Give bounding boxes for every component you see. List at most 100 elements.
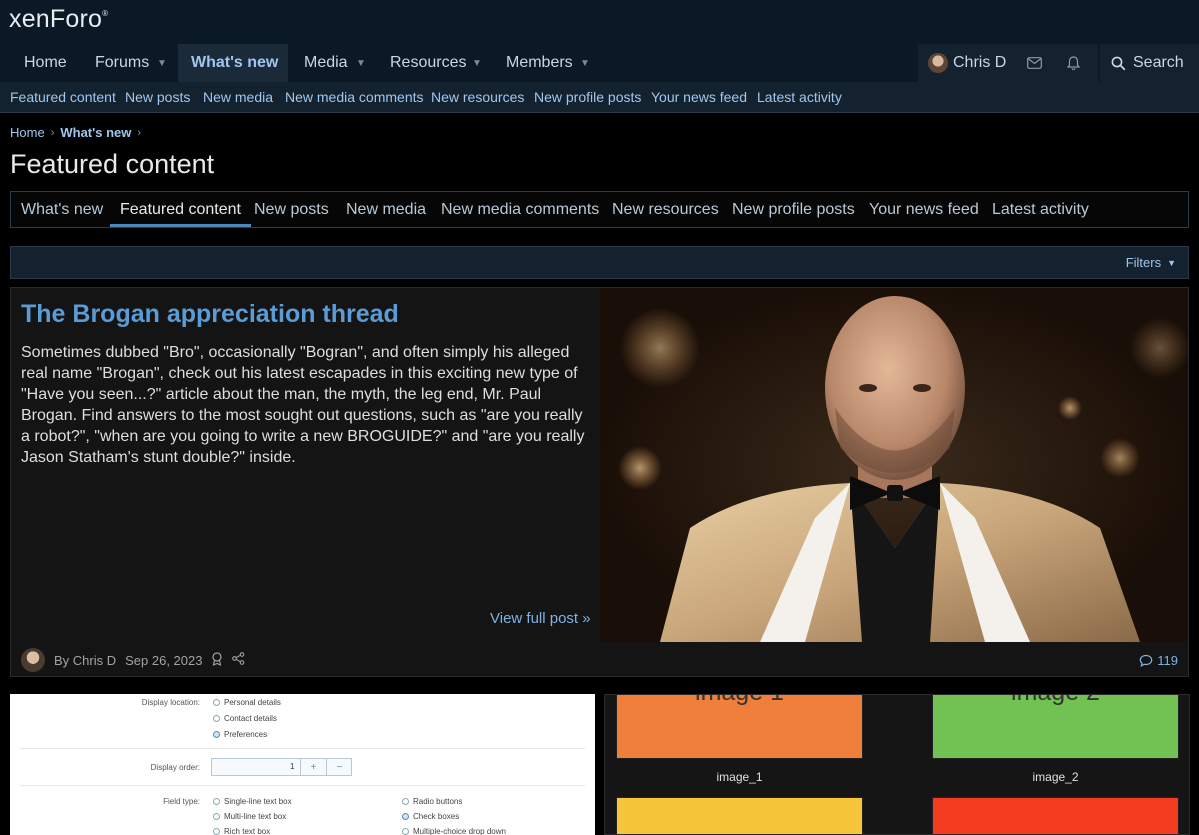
option-single-line: Single-line text box — [213, 797, 292, 806]
breadcrumb-whats-new[interactable]: What's new — [60, 125, 131, 140]
media-thumb-image-4[interactable] — [932, 797, 1179, 834]
subnav-latest-activity[interactable]: Latest activity — [757, 82, 842, 112]
media-thumb-image-1[interactable]: image 1 — [616, 695, 863, 759]
minus-icon: − — [326, 759, 352, 775]
display-order-label: Display order: — [150, 763, 200, 772]
radio-icon — [402, 828, 409, 835]
filter-bar: Filters ▼ — [10, 246, 1189, 279]
thread-cover-image[interactable] — [600, 288, 1188, 642]
option-contact-details: Contact details — [213, 714, 277, 723]
forums-chevron-down-icon[interactable]: ▼ — [157, 44, 167, 82]
custom-field-form-preview[interactable]: Display location: Personal details Conta… — [10, 694, 595, 835]
chevron-right-icon: › — [137, 126, 142, 139]
tab-your-news-feed[interactable]: Your news feed — [869, 192, 979, 227]
thread-date[interactable]: Sep 26, 2023 — [125, 653, 202, 668]
filters-label: Filters — [1125, 255, 1162, 270]
subnav-new-media-comments[interactable]: New media comments — [285, 82, 424, 112]
radio-icon — [213, 828, 220, 835]
tab-new-media-comments[interactable]: New media comments — [441, 192, 599, 227]
subnav-new-profile-posts[interactable]: New profile posts — [534, 82, 641, 112]
option-radio-buttons: Radio buttons — [402, 797, 462, 806]
divider — [20, 785, 585, 786]
resources-chevron-down-icon[interactable]: ▼ — [472, 44, 482, 82]
site-logo[interactable]: xenForo® — [9, 5, 108, 34]
site-header: xenForo® — [0, 0, 1199, 44]
display-location-label: Display location: — [141, 698, 200, 707]
nav-whats-new[interactable]: What's new — [178, 44, 288, 82]
nav-media[interactable]: Media — [290, 44, 362, 82]
page-title: Featured content — [10, 149, 215, 179]
chevron-down-icon: ▼ — [1167, 257, 1176, 268]
media-thumb-image-2[interactable]: image 2 — [932, 695, 1179, 759]
breadcrumb: Home › What's new › — [10, 125, 141, 140]
media-chevron-down-icon[interactable]: ▼ — [356, 44, 366, 82]
tab-new-resources[interactable]: New resources — [612, 192, 719, 227]
thread-author[interactable]: By Chris D — [54, 653, 116, 668]
user-name: Chris D — [953, 54, 1007, 71]
tab-bar: What's new Featured content New posts Ne… — [10, 191, 1189, 228]
user-menu[interactable]: Chris D — [918, 44, 1098, 82]
radio-icon — [213, 699, 220, 706]
featured-thread-card: The Brogan appreciation thread Sometimes… — [10, 287, 1189, 677]
option-multi-line: Multi-line text box — [213, 812, 286, 821]
thread-snippet: Sometimes dubbed "Bro", occasionally "Bo… — [21, 344, 585, 466]
reply-count[interactable]: 119 — [1139, 646, 1178, 674]
breadcrumb-home[interactable]: Home — [10, 125, 45, 140]
option-check-boxes: Check boxes — [402, 812, 459, 821]
display-order-stepper: 1 + − — [211, 758, 352, 776]
nav-home[interactable]: Home — [10, 44, 81, 82]
portrait-photo — [600, 288, 1188, 642]
media-grid-preview[interactable]: image 1 image_1 image 2 image_2 — [604, 694, 1190, 835]
tab-featured-content[interactable]: Featured content — [110, 192, 251, 227]
reply-count-value: 119 — [1157, 652, 1178, 668]
divider — [20, 748, 585, 749]
subnav-featured-content[interactable]: Featured content — [10, 82, 116, 112]
radio-checked-icon — [402, 813, 409, 820]
tab-new-media[interactable]: New media — [346, 192, 426, 227]
nav-forums[interactable]: Forums — [81, 44, 163, 82]
plus-icon: + — [300, 759, 326, 775]
radio-icon — [213, 798, 220, 805]
inbox-icon[interactable] — [1022, 44, 1046, 82]
display-order-value: 1 — [290, 762, 295, 771]
bell-icon[interactable] — [1061, 44, 1085, 82]
search-icon — [1111, 56, 1126, 70]
members-chevron-down-icon[interactable]: ▼ — [580, 44, 590, 82]
share-icon[interactable] — [232, 652, 245, 668]
avatar[interactable] — [21, 648, 45, 672]
option-preferences: Preferences — [213, 730, 267, 739]
subnav-new-posts[interactable]: New posts — [125, 82, 190, 112]
option-personal-details: Personal details — [213, 698, 281, 707]
main-nav: Home Forums ▼ What's new Media ▼ Resourc… — [0, 44, 1199, 82]
tab-new-posts[interactable]: New posts — [254, 192, 329, 227]
comment-icon — [1139, 654, 1153, 667]
radio-icon — [402, 798, 409, 805]
media-thumb-image-3[interactable] — [616, 797, 863, 834]
search-button[interactable]: Search — [1100, 44, 1199, 82]
nav-members[interactable]: Members — [492, 44, 587, 82]
chevron-right-icon: › — [50, 126, 55, 139]
option-rich-text: Rich text box — [213, 827, 270, 835]
field-type-label: Field type: — [163, 797, 200, 806]
tab-whats-new[interactable]: What's new — [21, 192, 103, 227]
radio-icon — [213, 715, 220, 722]
view-full-post-link[interactable]: View full post » — [490, 610, 591, 627]
media-caption[interactable]: image_1 — [616, 770, 863, 784]
radio-icon — [213, 813, 220, 820]
tab-new-profile-posts[interactable]: New profile posts — [732, 192, 855, 227]
subnav-your-news-feed[interactable]: Your news feed — [651, 82, 747, 112]
nav-resources[interactable]: Resources — [376, 44, 480, 82]
radio-checked-icon — [213, 731, 220, 738]
thread-title[interactable]: The Brogan appreciation thread — [21, 300, 399, 329]
subnav-new-resources[interactable]: New resources — [431, 82, 524, 112]
media-thumb-label: image 1 — [617, 695, 862, 707]
avatar — [928, 53, 948, 73]
tab-latest-activity[interactable]: Latest activity — [992, 192, 1089, 227]
thread-meta: By Chris D Sep 26, 2023 — [21, 646, 245, 674]
search-label: Search — [1133, 54, 1184, 71]
media-caption[interactable]: image_2 — [932, 770, 1179, 784]
media-thumb-label: image 2 — [933, 695, 1178, 707]
subnav-new-media[interactable]: New media — [203, 82, 273, 112]
filters-button[interactable]: Filters ▼ — [1126, 247, 1176, 278]
sub-nav: Featured content New posts New media New… — [0, 82, 1199, 113]
